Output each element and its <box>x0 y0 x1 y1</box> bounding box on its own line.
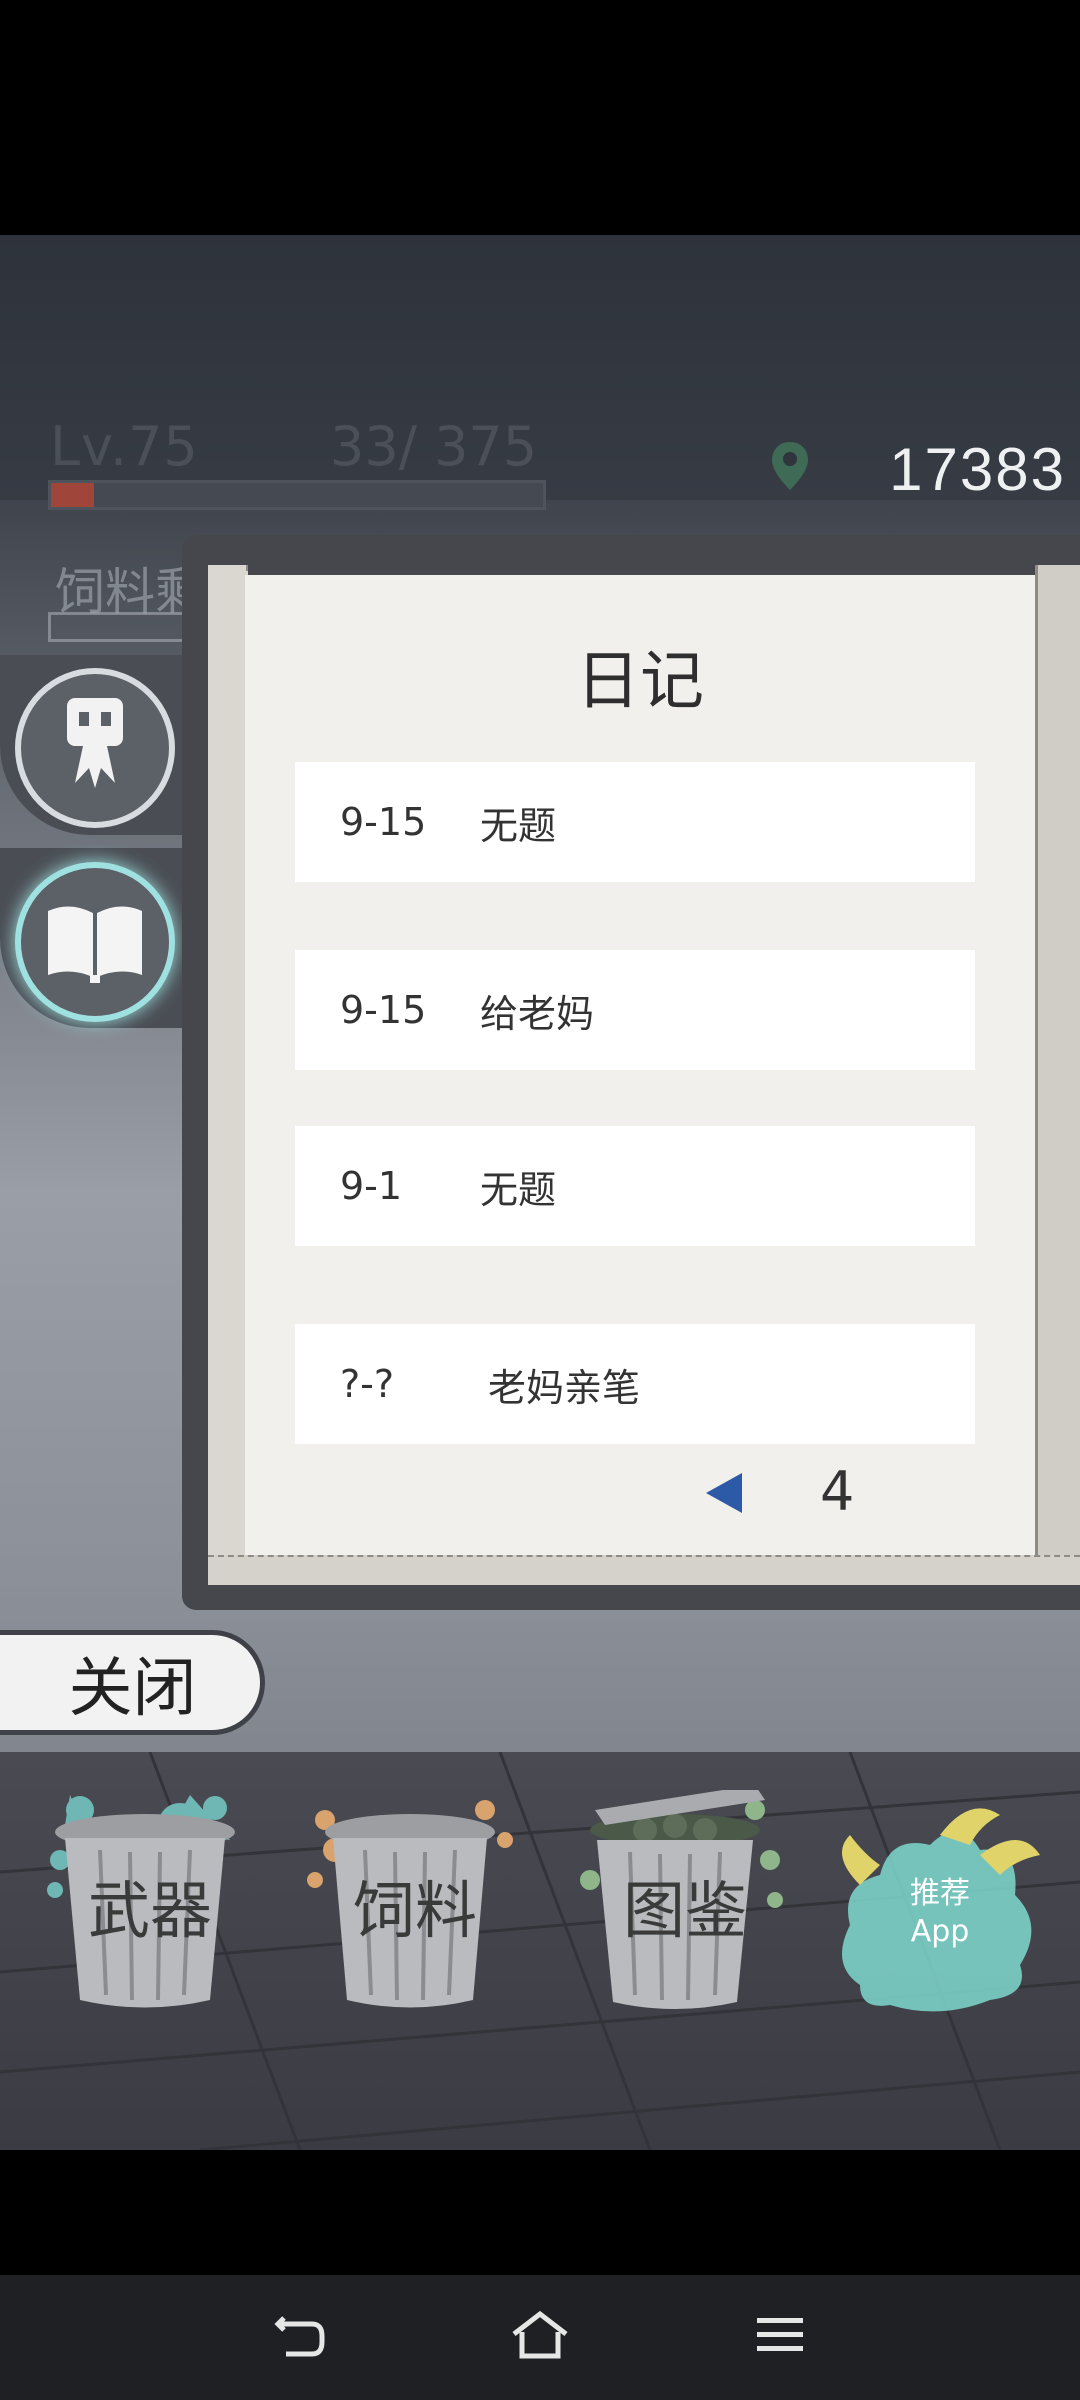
triangle-left-icon[interactable] <box>706 1473 742 1513</box>
coin-count: 17383 <box>889 436 1066 503</box>
entry-date: 9-15 <box>340 988 427 1032</box>
diary-entry[interactable]: 9-15 无题 <box>295 762 975 882</box>
entry-date: 9-15 <box>340 800 427 844</box>
entry-date: 9-1 <box>340 1164 403 1208</box>
feed-bin-button[interactable]: 饲料 <box>305 1790 525 2020</box>
back-icon[interactable] <box>265 2305 335 2365</box>
home-icon[interactable] <box>505 2305 575 2365</box>
book-icon <box>48 906 142 983</box>
status-bar-area <box>0 0 1080 235</box>
menu-icon[interactable] <box>745 2305 815 2365</box>
encyclopedia-bin-button[interactable]: 图鉴 <box>575 1785 795 2020</box>
location-pin-icon <box>770 440 810 492</box>
exp-bar <box>48 480 546 510</box>
entry-date: ?-? <box>340 1362 395 1406</box>
recommend-label-line2: App <box>910 1914 970 1949</box>
diary-entry[interactable]: ?-? 老妈亲笔 <box>295 1324 975 1444</box>
bin-label: 武器 <box>87 1874 212 1947</box>
feed-bar <box>48 612 198 642</box>
entry-title: 无题 <box>480 803 557 848</box>
book-page-edge <box>1035 565 1080 1575</box>
entry-title: 给老妈 <box>480 991 595 1036</box>
weapons-bin-button[interactable]: 武器 <box>40 1790 260 2020</box>
entry-title: 老妈亲笔 <box>488 1365 641 1410</box>
page-number: 4 <box>820 1460 855 1523</box>
bin-label: 图鉴 <box>622 1874 747 1947</box>
character-icon <box>67 698 123 788</box>
diary-title: 日记 <box>576 645 704 719</box>
recommend-app-button[interactable]: 推荐 App <box>830 1795 1050 2025</box>
exp-text: 33/ 375 <box>330 415 538 478</box>
exp-bar-fill <box>51 483 95 507</box>
diary-entry[interactable]: 9-15 给老妈 <box>295 950 975 1070</box>
close-button[interactable]: 关闭 <box>0 1630 265 1735</box>
recommend-label: 推荐 App <box>830 1875 1050 1951</box>
diary-tab-button[interactable] <box>15 862 175 1022</box>
book-spine <box>208 565 248 1575</box>
close-button-label: 关闭 <box>68 1651 197 1726</box>
recommend-label-line1: 推荐 <box>910 1876 970 1911</box>
level-text: Lv.75 <box>50 415 199 478</box>
bin-label: 饲料 <box>352 1874 477 1947</box>
entry-title: 无题 <box>480 1167 557 1212</box>
book-bottom-edge <box>208 1555 1080 1585</box>
bottom-black-area <box>0 2150 1080 2275</box>
diary-entry[interactable]: 9-1 无题 <box>295 1126 975 1246</box>
character-tab-button[interactable] <box>15 668 175 828</box>
